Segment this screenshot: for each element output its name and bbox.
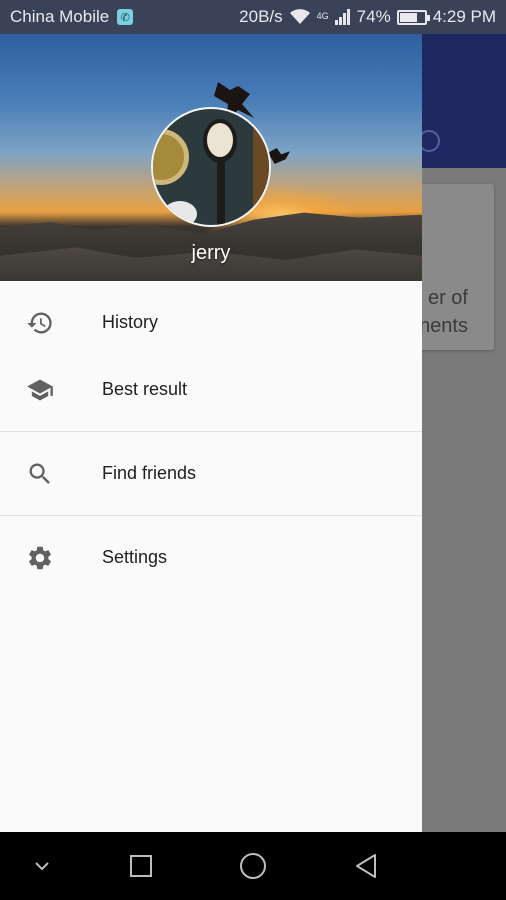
system-nav-bar [0,832,506,900]
battery-percent: 74% [356,7,391,26]
signal-icon [334,9,350,25]
drawer-item-label: Settings [102,547,168,567]
back-icon[interactable] [354,853,378,879]
avatar-spoon-handle [217,161,225,225]
clock: 4:29 PM [432,7,496,26]
battery-icon [396,9,430,25]
drawer-item-best-result[interactable]: Best result [0,356,422,423]
carrier-name: China Mobile [10,7,110,26]
drawer-section-settings: Settings [0,516,422,599]
drawer-section-main: History Best result [0,281,422,431]
drawer-item-find-friends[interactable]: Find friends [0,440,422,507]
network-speed: 20B/s [239,7,283,26]
avatar-plate [163,201,197,225]
avatar-wood [253,109,269,225]
drawer-section-social: Find friends [0,432,422,515]
header-silhouette-small [268,148,290,164]
history-icon [27,312,52,333]
network-type: 4G [316,11,329,21]
drawer-item-label: Best result [102,379,188,399]
drawer-header: jerry [0,34,422,281]
wifi-icon [289,9,310,24]
home-icon[interactable] [239,852,267,880]
chevron-down-icon[interactable] [34,861,50,871]
avatar-bowl [153,129,189,185]
drawer-item-history[interactable]: History [0,289,422,356]
drawer-item-label: History [102,312,159,332]
status-indicators: 20B/s 4G 74% 4:29 PM [239,7,496,27]
avatar[interactable] [151,107,271,227]
search-icon [29,463,50,484]
avatar-rice [207,123,233,157]
username: jerry [191,242,231,264]
gear-icon [29,546,51,569]
battery-fill [399,12,418,22]
drawer-item-label: Find friends [102,463,197,483]
navigation-drawer: jerry History Best result Find friends S… [0,34,422,832]
notification-app-icon: ✆ [117,9,134,25]
carrier-info: China Mobile ✆ [10,7,134,27]
drawer-item-settings[interactable]: Settings [0,524,422,591]
recents-icon[interactable] [129,854,153,878]
status-bar: China Mobile ✆ 20B/s 4G 74% 4:29 PM [0,0,506,34]
school-icon [27,379,53,400]
